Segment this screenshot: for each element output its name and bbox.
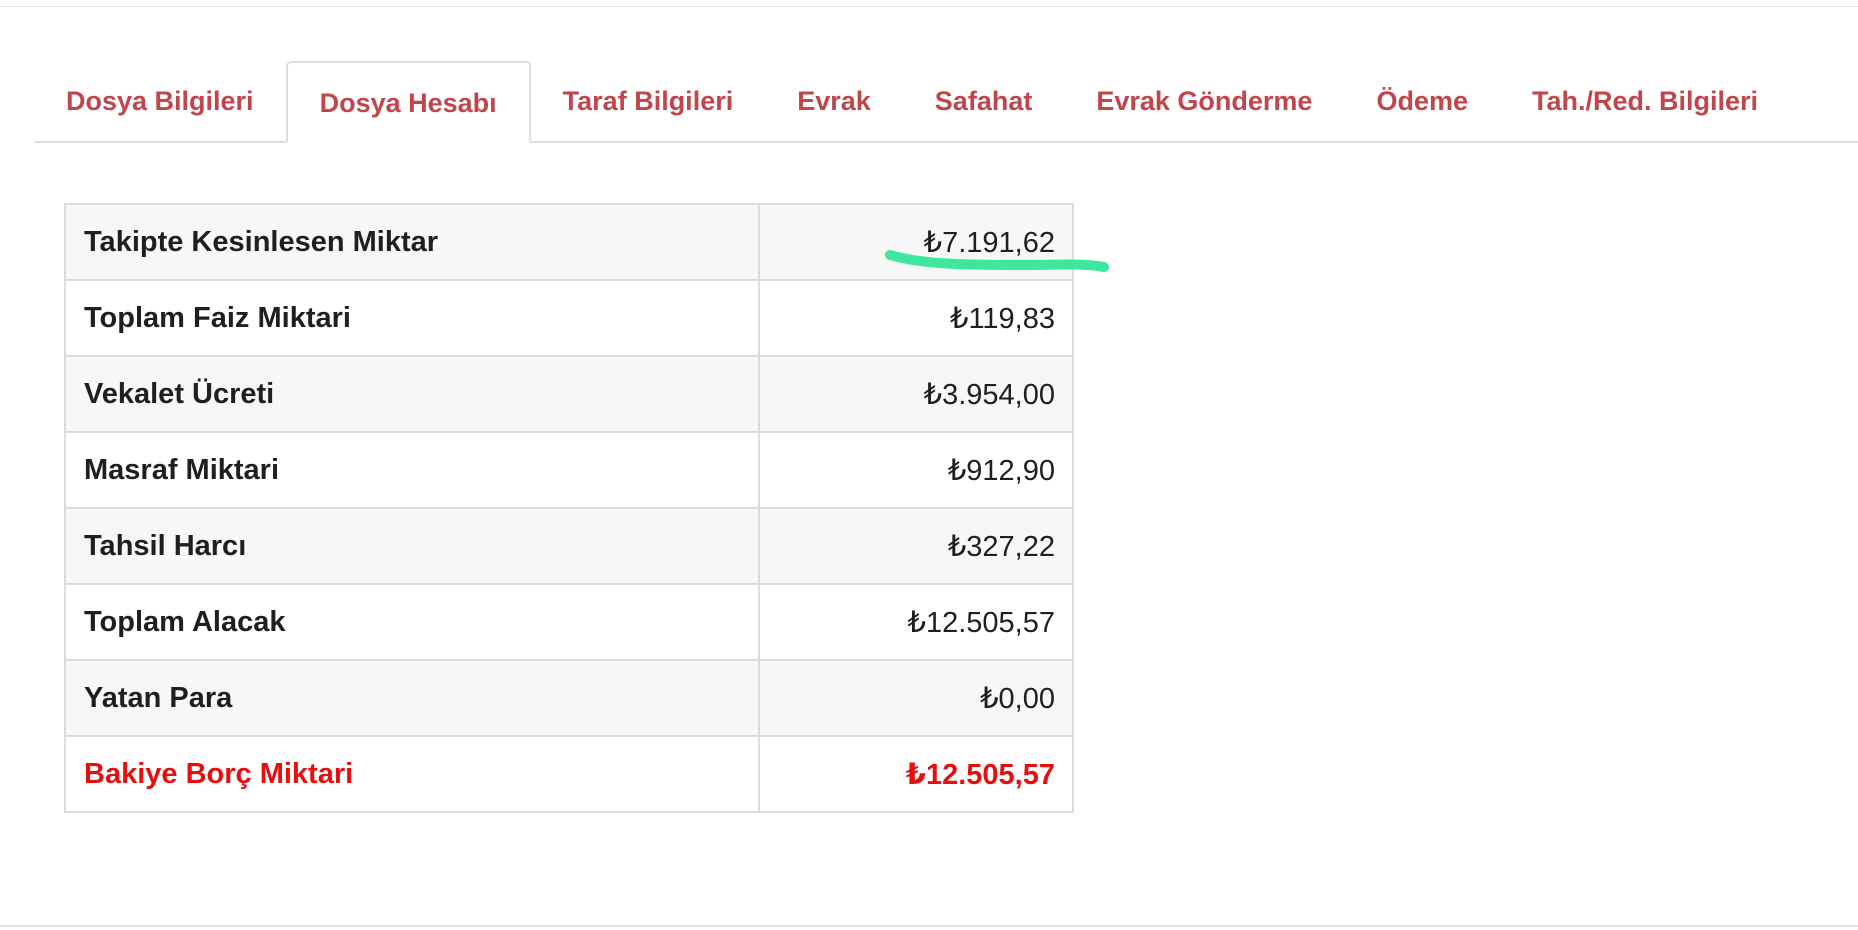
account-summary-table: Takipte Kesinlesen Miktar ₺7.191,62 Topl… xyxy=(64,203,1074,813)
row-value: ₺12.505,57 xyxy=(758,583,1074,661)
table-row: Yatan Para ₺0,00 xyxy=(64,659,1074,737)
table-row: Vekalet Ücreti ₺3.954,00 xyxy=(64,355,1074,433)
table-row: Takipte Kesinlesen Miktar ₺7.191,62 xyxy=(64,203,1074,281)
top-divider xyxy=(0,6,1858,7)
tab-odeme[interactable]: Ödeme xyxy=(1344,61,1500,141)
row-value: ₺3.954,00 xyxy=(758,355,1074,433)
tab-dosya-bilgileri[interactable]: Dosya Bilgileri xyxy=(34,61,286,141)
row-label: Toplam Faiz Miktari xyxy=(64,279,760,357)
balance-value: ₺12.505,57 xyxy=(758,735,1074,813)
page: Dosya Bilgileri Dosya Hesabı Taraf Bilgi… xyxy=(0,0,1858,930)
tab-safahat[interactable]: Safahat xyxy=(903,61,1065,141)
tab-dosya-hesabi[interactable]: Dosya Hesabı xyxy=(285,61,531,143)
bottom-divider xyxy=(0,925,1858,927)
row-label: Takipte Kesinlesen Miktar xyxy=(64,203,760,281)
row-label: Vekalet Ücreti xyxy=(64,355,760,433)
table-row: Toplam Faiz Miktari ₺119,83 xyxy=(64,279,1074,357)
row-value: ₺327,22 xyxy=(758,507,1074,585)
balance-label: Bakiye Borç Miktari xyxy=(64,735,760,813)
tab-taraf-bilgileri[interactable]: Taraf Bilgileri xyxy=(531,61,766,141)
row-label: Yatan Para xyxy=(64,659,760,737)
tab-tah-red-bilgileri[interactable]: Tah./Red. Bilgileri xyxy=(1500,61,1790,141)
tab-evrak[interactable]: Evrak xyxy=(765,61,903,141)
row-value: ₺119,83 xyxy=(758,279,1074,357)
row-value: ₺0,00 xyxy=(758,659,1074,737)
row-label: Masraf Miktari xyxy=(64,431,760,509)
row-value: ₺912,90 xyxy=(758,431,1074,509)
balance-row: Bakiye Borç Miktari ₺12.505,57 xyxy=(64,735,1074,813)
table-row: Toplam Alacak ₺12.505,57 xyxy=(64,583,1074,661)
row-label: Toplam Alacak xyxy=(64,583,760,661)
row-value: ₺7.191,62 xyxy=(758,203,1074,281)
table-row: Tahsil Harcı ₺327,22 xyxy=(64,507,1074,585)
tab-bar: Dosya Bilgileri Dosya Hesabı Taraf Bilgi… xyxy=(34,60,1858,143)
row-label: Tahsil Harcı xyxy=(64,507,760,585)
table-row: Masraf Miktari ₺912,90 xyxy=(64,431,1074,509)
tab-evrak-gonderme[interactable]: Evrak Gönderme xyxy=(1064,61,1344,141)
